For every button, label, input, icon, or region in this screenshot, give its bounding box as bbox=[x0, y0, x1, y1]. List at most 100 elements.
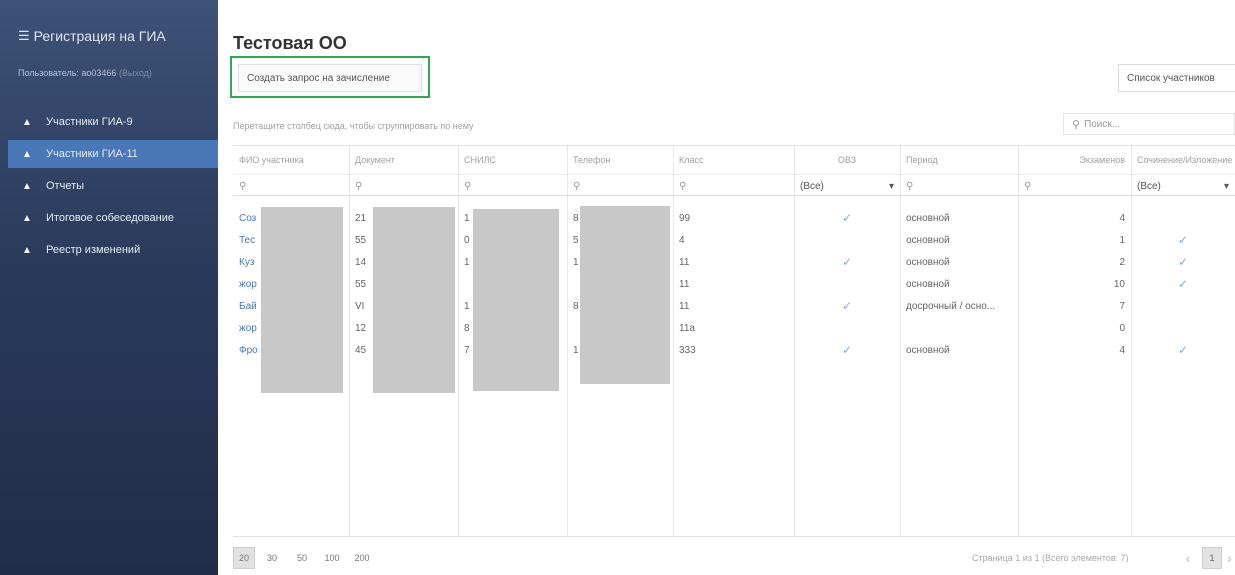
cell-essay bbox=[1131, 207, 1235, 229]
filter-select-value: (Все) bbox=[1137, 180, 1161, 192]
menu-icon[interactable]: ☰ bbox=[18, 28, 30, 44]
page-size-option[interactable]: 20 bbox=[233, 547, 255, 569]
search-icon: ⚲ bbox=[464, 180, 472, 192]
chevron-right-icon: › bbox=[1227, 550, 1232, 566]
col-header-essay[interactable]: Сочинение/Изложение bbox=[1131, 146, 1235, 174]
cell-class: 11а bbox=[679, 322, 695, 334]
cell-essay bbox=[1131, 317, 1235, 339]
filter-row: ⚲ ⚲ ⚲ ⚲ ⚲ (Все) ▾ ⚲ ⚲ (Все) ▾ bbox=[233, 174, 1235, 196]
sidebar-item-label: Реестр изменений bbox=[46, 244, 141, 256]
cell-ovz bbox=[794, 317, 900, 339]
sidebar: ☰ Регистрация на ГИА Пользователь: ao034… bbox=[0, 0, 218, 575]
user-label: Пользователь: ao03466 bbox=[18, 68, 117, 78]
cell-period bbox=[900, 317, 1018, 339]
sidebar-item-label: Участники ГИА-11 bbox=[46, 148, 138, 160]
page-size-option[interactable]: 100 bbox=[319, 547, 345, 569]
col-header-document[interactable]: Документ bbox=[349, 146, 458, 174]
cell-essay: ✓ bbox=[1131, 273, 1235, 295]
prev-page-button[interactable]: ‹ bbox=[1180, 547, 1196, 569]
page-size-option[interactable]: 30 bbox=[259, 547, 285, 569]
app-brand[interactable]: ☰ Регистрация на ГИА bbox=[18, 28, 166, 44]
filter-document[interactable]: ⚲ bbox=[349, 175, 458, 197]
filter-class[interactable]: ⚲ bbox=[673, 175, 794, 197]
cell-class: 11 bbox=[679, 278, 690, 290]
cell-period: основной bbox=[906, 212, 950, 224]
filter-essay-select[interactable]: (Все) ▾ bbox=[1131, 175, 1235, 197]
page-title: Тестовая ОО bbox=[233, 33, 347, 53]
redaction-block bbox=[580, 206, 670, 384]
search-placeholder: Поиск... bbox=[1084, 118, 1121, 130]
search-icon: ⚲ bbox=[1072, 118, 1081, 131]
cell-essay: ✓ bbox=[1131, 229, 1235, 251]
cell-exams: 0 bbox=[1119, 322, 1125, 334]
filter-phone[interactable]: ⚲ bbox=[567, 175, 673, 197]
sidebar-item-changes[interactable]: ▲ Реестр изменений bbox=[0, 236, 218, 264]
cell-ovz: ✓ bbox=[794, 339, 900, 361]
page-size-option[interactable]: 200 bbox=[349, 547, 375, 569]
sidebar-nav: ▲ Участники ГИА-9 ▲ Участники ГИА-11 ▲ О… bbox=[0, 108, 218, 268]
checkmark-icon: ✓ bbox=[1177, 255, 1189, 269]
col-header-snils[interactable]: СНИЛС bbox=[458, 146, 567, 174]
search-icon: ⚲ bbox=[573, 180, 581, 192]
cell-class: 11 bbox=[679, 300, 690, 312]
sidebar-item-interview[interactable]: ▲ Итоговое собеседование bbox=[0, 204, 218, 232]
cell-ovz bbox=[794, 229, 900, 251]
cell-essay bbox=[1131, 295, 1235, 317]
participants-list-button[interactable]: Список участников bbox=[1118, 64, 1235, 92]
sidebar-item-label: Итоговое собеседование bbox=[46, 212, 174, 224]
filter-snils[interactable]: ⚲ bbox=[458, 175, 567, 197]
col-header-period[interactable]: Период bbox=[900, 146, 1018, 174]
col-header-ovz[interactable]: ОВЗ bbox=[794, 146, 900, 174]
sidebar-item-gia9[interactable]: ▲ Участники ГИА-9 bbox=[0, 108, 218, 136]
page-info: Страница 1 из 1 (Всего элементов: 7) bbox=[972, 553, 1129, 563]
col-header-class[interactable]: Класс bbox=[673, 146, 794, 174]
cell-class: 11 bbox=[679, 256, 690, 268]
car-icon: ▲ bbox=[22, 212, 32, 224]
search-icon: ⚲ bbox=[355, 180, 363, 192]
sidebar-item-reports[interactable]: ▲ Отчеты bbox=[0, 172, 218, 200]
cell-exams: 1 bbox=[1119, 234, 1125, 246]
car-icon: ▲ bbox=[22, 116, 32, 128]
filter-fio[interactable]: ⚲ bbox=[233, 175, 349, 197]
page-size-option[interactable]: 50 bbox=[289, 547, 315, 569]
checkmark-icon: ✓ bbox=[1177, 233, 1189, 247]
checkmark-icon: ✓ bbox=[1177, 343, 1189, 357]
cell-essay: ✓ bbox=[1131, 339, 1235, 361]
filter-period[interactable]: ⚲ bbox=[900, 175, 1018, 197]
group-panel-hint[interactable]: Перетащите столбец сюда, чтобы сгруппиро… bbox=[233, 121, 474, 131]
filter-exams[interactable]: ⚲ bbox=[1018, 175, 1131, 197]
cell-ovz: ✓ bbox=[794, 207, 900, 229]
page-size-selector: 20 30 50 100 200 bbox=[233, 547, 375, 569]
user-info: Пользователь: ao03466 (Выход) bbox=[18, 68, 152, 78]
next-page-button[interactable]: › bbox=[1224, 547, 1235, 569]
logout-link[interactable]: (Выход) bbox=[119, 68, 152, 78]
cell-period: основной bbox=[906, 344, 950, 356]
checkmark-icon: ✓ bbox=[841, 255, 853, 269]
filter-ovz-select[interactable]: (Все) ▾ bbox=[794, 175, 900, 197]
search-icon: ⚲ bbox=[679, 180, 687, 192]
cell-ovz: ✓ bbox=[794, 295, 900, 317]
brand-title: Регистрация на ГИА bbox=[33, 28, 166, 44]
cell-class: 99 bbox=[679, 212, 691, 224]
search-icon: ⚲ bbox=[1024, 180, 1032, 192]
col-header-exams[interactable]: Экзаменов bbox=[1018, 146, 1131, 174]
cell-exams: 2 bbox=[1119, 256, 1125, 268]
sidebar-item-label: Участники ГИА-9 bbox=[46, 116, 133, 128]
cell-essay: ✓ bbox=[1131, 251, 1235, 273]
col-header-phone[interactable]: Телефон bbox=[567, 146, 673, 174]
car-icon: ▲ bbox=[22, 180, 32, 192]
car-icon: ▲ bbox=[22, 244, 32, 256]
sidebar-item-gia11[interactable]: ▲ Участники ГИА-11 bbox=[8, 140, 218, 168]
checkmark-icon: ✓ bbox=[841, 211, 853, 225]
search-input[interactable]: ⚲ Поиск... bbox=[1063, 113, 1235, 135]
col-header-fio[interactable]: ФИО участника bbox=[233, 146, 349, 174]
sidebar-item-label: Отчеты bbox=[46, 180, 85, 192]
checkmark-icon: ✓ bbox=[1177, 277, 1189, 291]
redaction-block bbox=[373, 207, 455, 393]
checkmark-icon: ✓ bbox=[841, 299, 853, 313]
create-request-button[interactable]: Создать запрос на зачисление bbox=[238, 64, 422, 92]
search-icon: ⚲ bbox=[239, 180, 247, 192]
page-number-button[interactable]: 1 bbox=[1202, 547, 1222, 569]
car-icon: ▲ bbox=[22, 148, 32, 160]
caret-down-icon: ▾ bbox=[1223, 180, 1229, 192]
